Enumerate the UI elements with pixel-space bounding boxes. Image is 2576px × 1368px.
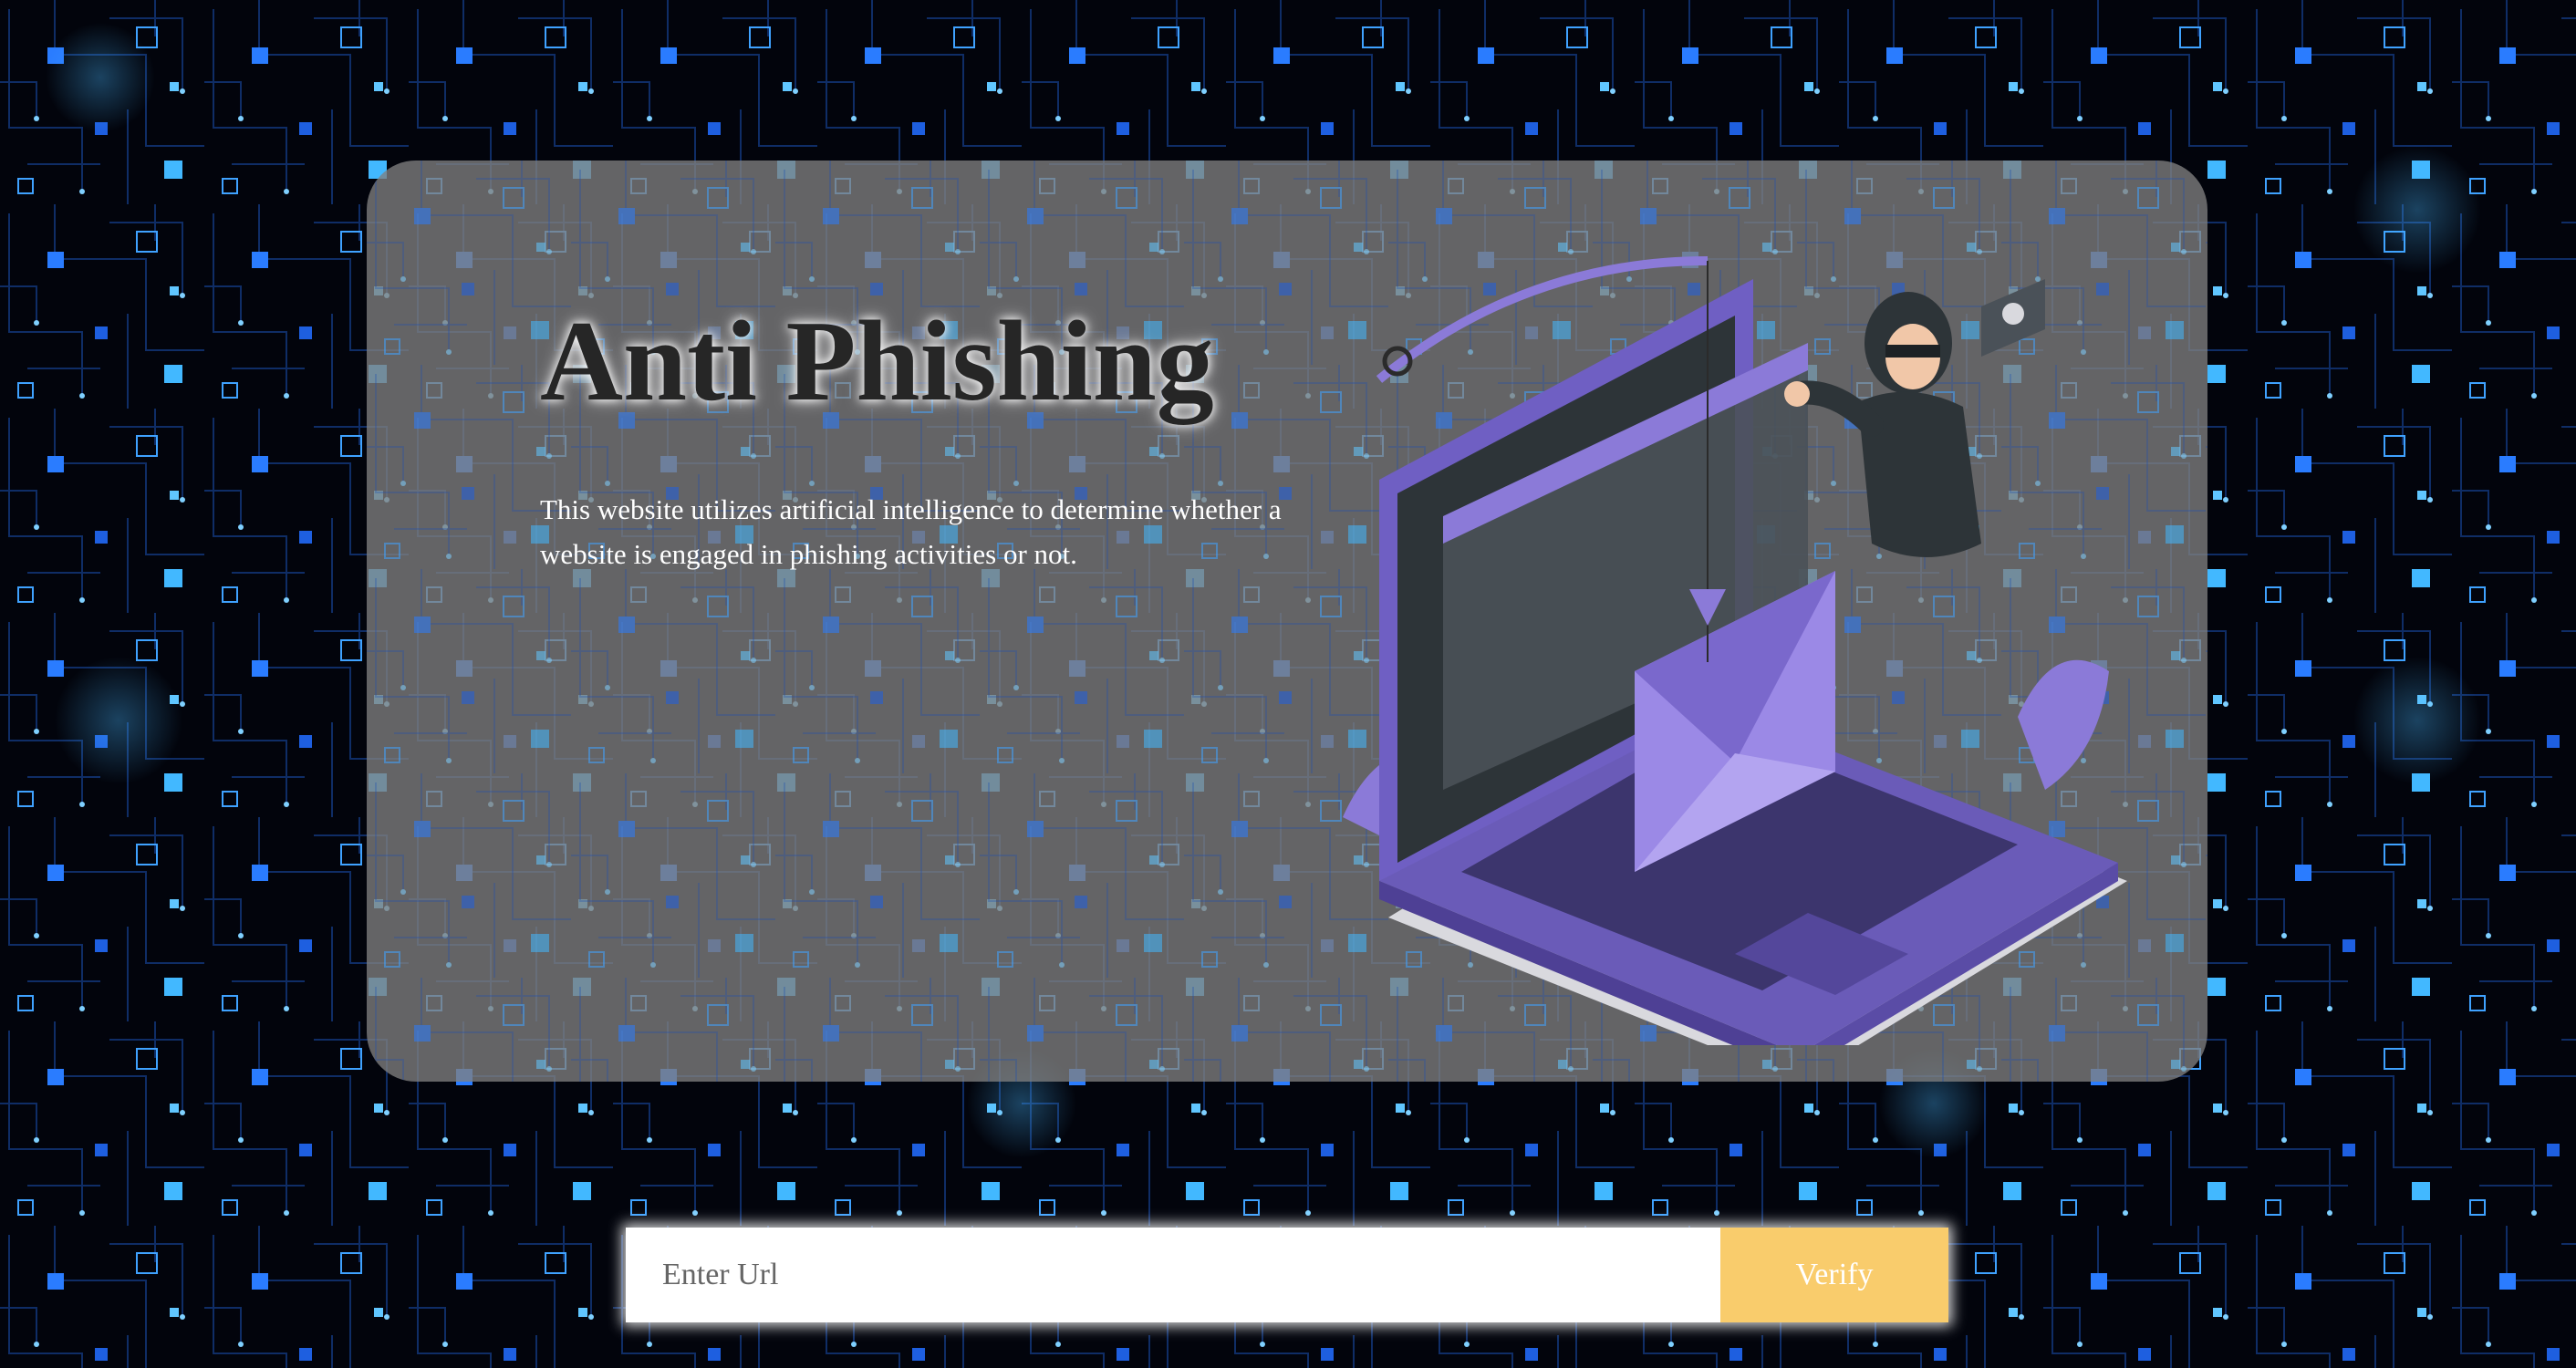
hacker-laptop-phishing-illustration	[1343, 256, 2127, 1045]
url-check-form: Verify	[626, 1228, 1948, 1322]
verify-button[interactable]: Verify	[1720, 1228, 1948, 1322]
url-input[interactable]	[626, 1228, 1720, 1322]
page-title: Anti Phishing	[540, 298, 1214, 425]
hero-card: Anti Phishing This website utilizes arti…	[367, 161, 2207, 1082]
hero-description: This website utilizes artificial intelli…	[540, 493, 1282, 570]
